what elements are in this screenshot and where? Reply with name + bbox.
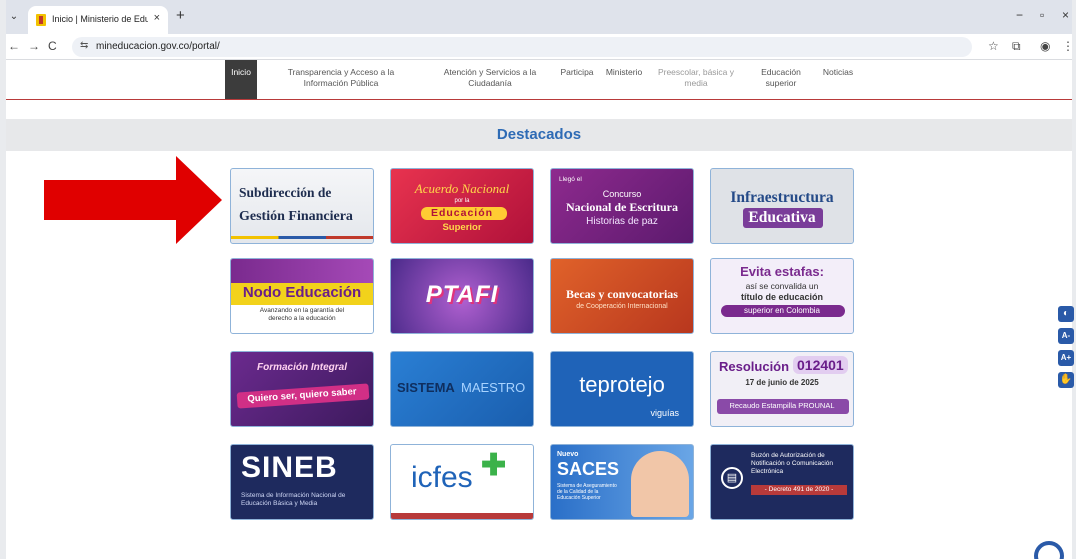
new-tab-button[interactable]: + — [176, 7, 185, 24]
tile-sineb[interactable]: SINEB Sistema de Información Nacional de… — [230, 444, 374, 520]
tile-text: Becas y convocatorias — [566, 287, 678, 301]
tile-text: así se convalida un — [745, 281, 819, 291]
tile-text: SACES — [557, 459, 620, 479]
tile-text: título de educación — [740, 292, 823, 302]
nav-transparencia[interactable]: Transparencia y Acceso a la Información … — [276, 67, 406, 89]
bookmark-star-icon[interactable]: ☆ — [988, 39, 999, 53]
tile-text: viguías — [650, 408, 679, 418]
browser-tab-active[interactable]: Inicio | Ministerio de Educación × — [28, 6, 168, 34]
contrast-icon[interactable]: ◐ — [1058, 306, 1074, 322]
tile-text: de Cooperación Internacional — [576, 303, 668, 310]
tile-text: Sistema de Aseguramiento de la Calidad d… — [557, 483, 617, 501]
nav-participa[interactable]: Participa — [558, 67, 596, 78]
tile-text: Superior — [442, 222, 482, 233]
address-bar: ← → C ⇆ mineducacion.gov.co/portal/ ☆ ⧉ … — [0, 34, 1076, 60]
tile-text: SISTEMA — [397, 380, 455, 395]
site-nav: Inicio Transparencia y Acceso a la Infor… — [6, 60, 1072, 100]
tile-sistema-maestro[interactable]: SISTEMA MAESTRO — [390, 351, 534, 427]
page-right-margin — [1072, 0, 1076, 559]
tile-text: Concurso — [602, 189, 642, 199]
tile-text: Historias de paz — [586, 216, 658, 227]
tile-concurso-escritura[interactable]: Llegó el Concurso Nacional de Escritura … — [550, 168, 694, 244]
tile-evita-estafas[interactable]: Evita estafas: así se convalida un títul… — [710, 258, 854, 334]
nav-noticias[interactable]: Noticias — [818, 67, 858, 78]
tile-resolucion[interactable]: Resolución 012401 17 de junio de 2025 Re… — [710, 351, 854, 427]
nav-ministerio[interactable]: Ministerio — [602, 67, 646, 78]
section-title: Destacados — [496, 126, 582, 143]
tile-saces[interactable]: Nuevo SACES Sistema de Aseguramiento de … — [550, 444, 694, 520]
tile-text: Acuerdo Nacional — [414, 181, 510, 196]
minimize-button[interactable]: − — [1016, 8, 1023, 22]
tile-text: Nodo Educación — [242, 284, 362, 301]
tile-text: icfes — [411, 461, 473, 494]
profile-icon[interactable]: ◉ — [1040, 39, 1050, 53]
nav-educacion-superior[interactable]: Educación superior — [756, 67, 806, 89]
site-info-icon[interactable]: ⇆ — [80, 40, 88, 51]
nav-inicio[interactable]: Inicio — [225, 60, 257, 99]
tile-acuerdo-nacional[interactable]: Acuerdo Nacional por la Educación Superi… — [390, 168, 534, 244]
tile-text: Recaudo Estampilla PROUNAL — [729, 401, 835, 410]
spacer — [6, 101, 1072, 119]
forward-icon[interactable]: → — [28, 39, 40, 53]
flag-stripe — [231, 236, 373, 239]
font-increase-button[interactable]: A+ — [1058, 350, 1074, 366]
student-photo — [631, 451, 689, 517]
tile-text: Llegó el — [559, 176, 582, 183]
tab-title: Inicio | Ministerio de Educación — [52, 14, 148, 24]
red-arrow-icon — [44, 156, 222, 244]
tile-ptafi[interactable]: PTAFI — [390, 258, 534, 334]
tile-text: Infraestructura — [730, 189, 834, 206]
tile-text: Educación — [430, 207, 494, 219]
url-field[interactable]: ⇆ mineducacion.gov.co/portal/ — [72, 37, 972, 57]
tile-text: teprotejo — [579, 372, 665, 397]
tile-text: Avanzando en la garantía del derecho a l… — [259, 307, 345, 322]
tile-text: SINEB — [241, 451, 338, 484]
icfes-plus-icon: ✚ — [481, 449, 507, 482]
tile-teprotejo[interactable]: teprotejo viguías — [550, 351, 694, 427]
tile-text: 012401 — [793, 356, 848, 374]
tab-search-icon[interactable]: ⌄ — [6, 9, 22, 25]
sign-language-icon[interactable]: ✋ — [1058, 372, 1074, 388]
tile-infraestructura-educativa[interactable]: Infraestructura Educativa — [710, 168, 854, 244]
favicon-icon — [36, 14, 46, 26]
restore-button[interactable]: ▫ — [1040, 8, 1044, 22]
url-text[interactable]: mineducacion.gov.co/portal/ — [96, 41, 220, 52]
tile-text: 17 de junio de 2025 — [745, 378, 819, 387]
tile-text: Sistema de Información Nacional de Educa… — [241, 492, 346, 507]
tile-text: por la — [454, 198, 470, 204]
tile-icfes[interactable]: icfes ✚ — [390, 444, 534, 520]
tile-text: Resolución — [719, 359, 790, 374]
font-decrease-button[interactable]: A- — [1058, 328, 1074, 344]
tile-text: PTAFI — [425, 281, 499, 308]
tile-nodo-educacion[interactable]: Nodo Educación Avanzando en la garantía … — [230, 258, 374, 334]
extensions-icon[interactable]: ⧉ — [1012, 39, 1021, 54]
tile-text: MAESTRO — [461, 380, 526, 395]
tile-text: superior en Colombia — [743, 306, 821, 315]
tile-formacion-integral[interactable]: Formación Integral Quiero ser, quiero sa… — [230, 351, 374, 427]
tile-text: - Decreto 491 de 2020 - — [764, 486, 834, 493]
back-icon[interactable]: ← — [8, 39, 20, 53]
nav-preescolar[interactable]: Preescolar, básica y media — [654, 67, 738, 89]
tile-text: Educativa — [748, 209, 816, 226]
reload-icon[interactable]: C — [48, 39, 57, 53]
tile-text: Nuevo — [557, 451, 579, 458]
tile-text: Evita estafas: — [740, 264, 824, 279]
tile-text: Buzón de Autorización de Notificación o … — [751, 452, 834, 475]
nav-atencion[interactable]: Atención y Servicios a la Ciudadanía — [432, 67, 548, 89]
browser-tab-bar: ⌄ Inicio | Ministerio de Educación × + −… — [0, 0, 1076, 34]
tile-becas-convocatorias[interactable]: Becas y convocatorias de Cooperación Int… — [550, 258, 694, 334]
close-window-button[interactable]: × — [1062, 8, 1069, 22]
tile-text: Formación Integral — [256, 362, 347, 373]
tile-buzon-notificacion[interactable]: ▤ Buzón de Autorización de Notificación … — [710, 444, 854, 520]
tab-close-icon[interactable]: × — [154, 12, 160, 24]
tile-subdireccion-gestion-financiera[interactable]: Subdirección de Gestión Financiera — [230, 168, 374, 244]
tile-text: Subdirección de — [239, 185, 332, 200]
document-icon: ▤ — [721, 467, 743, 489]
tile-text: Nacional de Escritura — [566, 200, 678, 214]
destacados-header: Destacados — [6, 119, 1072, 151]
tile-text: Gestión Financiera — [239, 209, 353, 224]
